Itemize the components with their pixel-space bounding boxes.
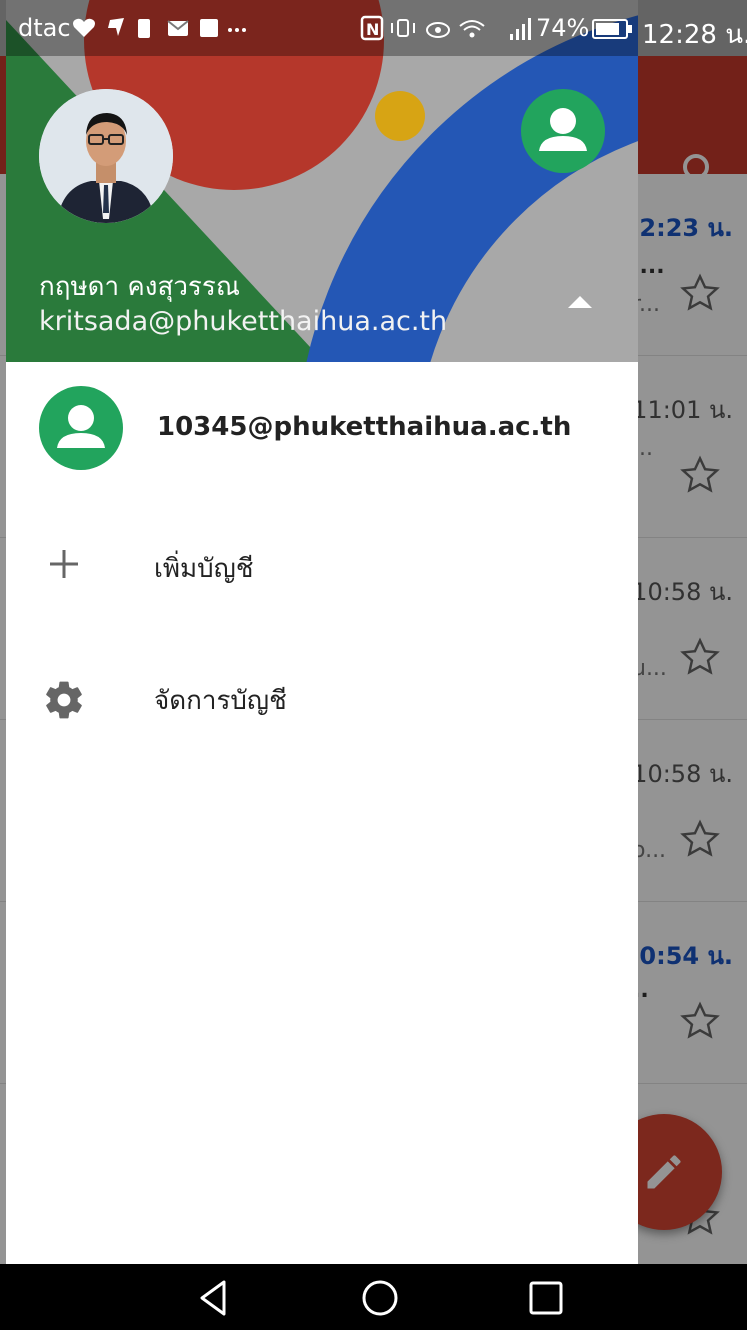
- recents-icon[interactable]: [526, 1278, 566, 1318]
- profile-photo[interactable]: [39, 89, 173, 223]
- gear-icon: [46, 681, 82, 719]
- clock: 12:28 น.: [642, 20, 747, 50]
- battery-icon: [592, 19, 632, 39]
- carrier-name: dtac: [18, 14, 71, 42]
- manage-accounts-item[interactable]: จัดการบัญชี: [6, 652, 638, 742]
- back-icon[interactable]: [194, 1278, 234, 1318]
- plus-icon: [50, 550, 78, 578]
- person-photo-icon: [39, 89, 173, 223]
- svg-text:N: N: [366, 20, 379, 39]
- other-account-avatar: [39, 386, 123, 470]
- system-status-icons: N: [360, 15, 531, 41]
- person-icon: [57, 405, 105, 448]
- person-icon: [539, 108, 587, 151]
- notification-icons: [73, 18, 246, 38]
- other-account-item[interactable]: 10345@phuketthaihua.ac.th: [6, 380, 638, 480]
- home-icon[interactable]: [360, 1278, 400, 1318]
- battery-percentage: 74%: [536, 14, 590, 42]
- account-name: กฤษดา คงสุวรรณ: [39, 272, 240, 302]
- account-email: kritsada@phuketthaihua.ac.th: [39, 306, 448, 337]
- status-bar: dtac N 74% 12:28 น.: [0, 0, 747, 56]
- manage-accounts-label: จัดการบัญชี: [154, 686, 287, 716]
- add-account-label: เพิ่มบัญชี: [154, 554, 254, 584]
- add-account-item[interactable]: เพิ่มบัญชี: [6, 520, 638, 610]
- switch-account-avatar[interactable]: [521, 89, 605, 173]
- other-account-email: 10345@phuketthaihua.ac.th: [157, 412, 572, 442]
- triangle-up-icon[interactable]: [566, 294, 594, 310]
- navigation-drawer: กฤษดา คงสุวรรณ kritsada@phuketthaihua.ac…: [6, 0, 638, 1264]
- system-nav-bar: [0, 1264, 747, 1330]
